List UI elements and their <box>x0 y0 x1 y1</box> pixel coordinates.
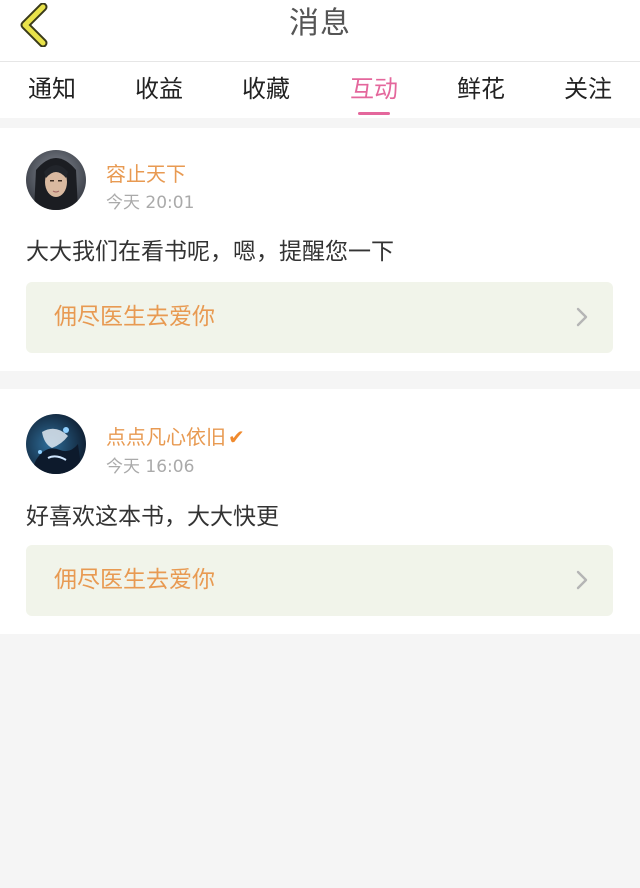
tab-notifications[interactable]: 通知 <box>7 62 97 118</box>
chevron-right-icon <box>576 307 588 327</box>
message-text: 好喜欢这本书，大大快更 <box>26 504 279 530</box>
avatar-image <box>26 414 86 474</box>
message-text: 大大我们在看书呢，嗯，提醒您一下 <box>26 239 394 265</box>
tab-earnings[interactable]: 收益 <box>114 62 204 118</box>
book-title: 佣尽医生去爱你 <box>54 304 215 330</box>
message-card: 点点凡心依旧 ✔ 今天 16:06 好喜欢这本书，大大快更 佣尽医生去爱你 <box>0 389 640 634</box>
tab-follow[interactable]: 关注 <box>543 62 633 118</box>
avatar[interactable] <box>26 150 86 210</box>
book-title: 佣尽医生去爱你 <box>54 567 215 593</box>
tab-flowers[interactable]: 鲜花 <box>436 62 526 118</box>
tab-interaction[interactable]: 互动 <box>329 62 419 118</box>
tab-bar: 通知 收益 收藏 互动 鲜花 关注 <box>0 62 640 118</box>
timestamp: 今天 16:06 <box>106 457 195 477</box>
timestamp: 今天 20:01 <box>106 193 195 213</box>
username[interactable]: 容止天下 <box>106 158 186 187</box>
active-tab-indicator <box>358 112 390 115</box>
username[interactable]: 点点凡心依旧 ✔ <box>106 421 245 450</box>
tab-favorites[interactable]: 收藏 <box>221 62 311 118</box>
message-card: 容止天下 今天 20:01 大大我们在看书呢，嗯，提醒您一下 佣尽医生去爱你 <box>0 128 640 371</box>
avatar-image <box>26 150 86 210</box>
book-link[interactable]: 佣尽医生去爱你 <box>26 282 613 353</box>
verified-check-icon: ✔ <box>228 425 245 449</box>
avatar[interactable] <box>26 414 86 474</box>
chevron-right-icon <box>576 570 588 590</box>
page-title: 消息 <box>289 6 351 41</box>
book-link[interactable]: 佣尽医生去爱你 <box>26 545 613 616</box>
tab-interaction-label: 互动 <box>350 75 398 103</box>
username-text: 点点凡心依旧 <box>106 425 226 449</box>
top-bar: 消息 <box>0 0 640 62</box>
